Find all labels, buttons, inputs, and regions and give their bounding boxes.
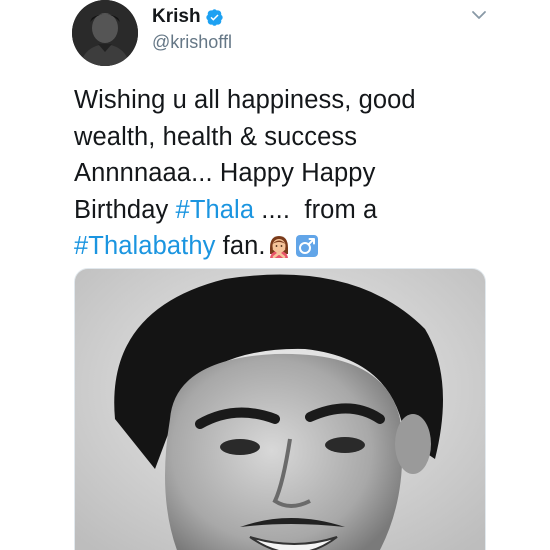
tweet-text-segment: Birthday [74,195,176,224]
hashtag-link-thalabathy[interactable]: #Thalabathy [74,232,215,260]
tweet-line: Wishing u all happiness, good [74,82,514,119]
woman-gesturing-no-emoji-icon [267,232,291,259]
tweet-photo[interactable] [74,268,486,550]
tweet-line: Birthday #Thala .... from a [74,192,514,229]
tweet-line: wealth, health & success [74,119,514,156]
tweet-text-segment: wealth, health & success [74,122,358,151]
avatar[interactable] [72,0,138,66]
tweet-text: Wishing u all happiness, good wealth, he… [74,82,514,265]
chevron-down-icon[interactable] [470,6,488,24]
display-name[interactable]: Krish [152,6,223,28]
display-name-text: Krish [152,6,201,27]
tweet-card: Krish @krishoffl Wishing u all happiness… [0,0,550,550]
male-sign-emoji-icon [295,232,319,257]
hashtag-link-thala[interactable]: #Thala [176,196,255,224]
tweet-text-segment: fan. [215,232,266,260]
tweet-line: #Thalabathy fan. [74,228,514,265]
tweet-text-segment: Annnnaaa... Happy Happy [74,159,376,187]
tweet-text-segment: Wishing u all happiness, good [74,86,416,114]
tweet-line: Annnnaaa... Happy Happy [74,155,514,192]
user-handle[interactable]: @krishoffl [152,32,232,53]
tweet-text-segment: .... from a [254,195,378,224]
verified-badge-icon [205,8,223,26]
